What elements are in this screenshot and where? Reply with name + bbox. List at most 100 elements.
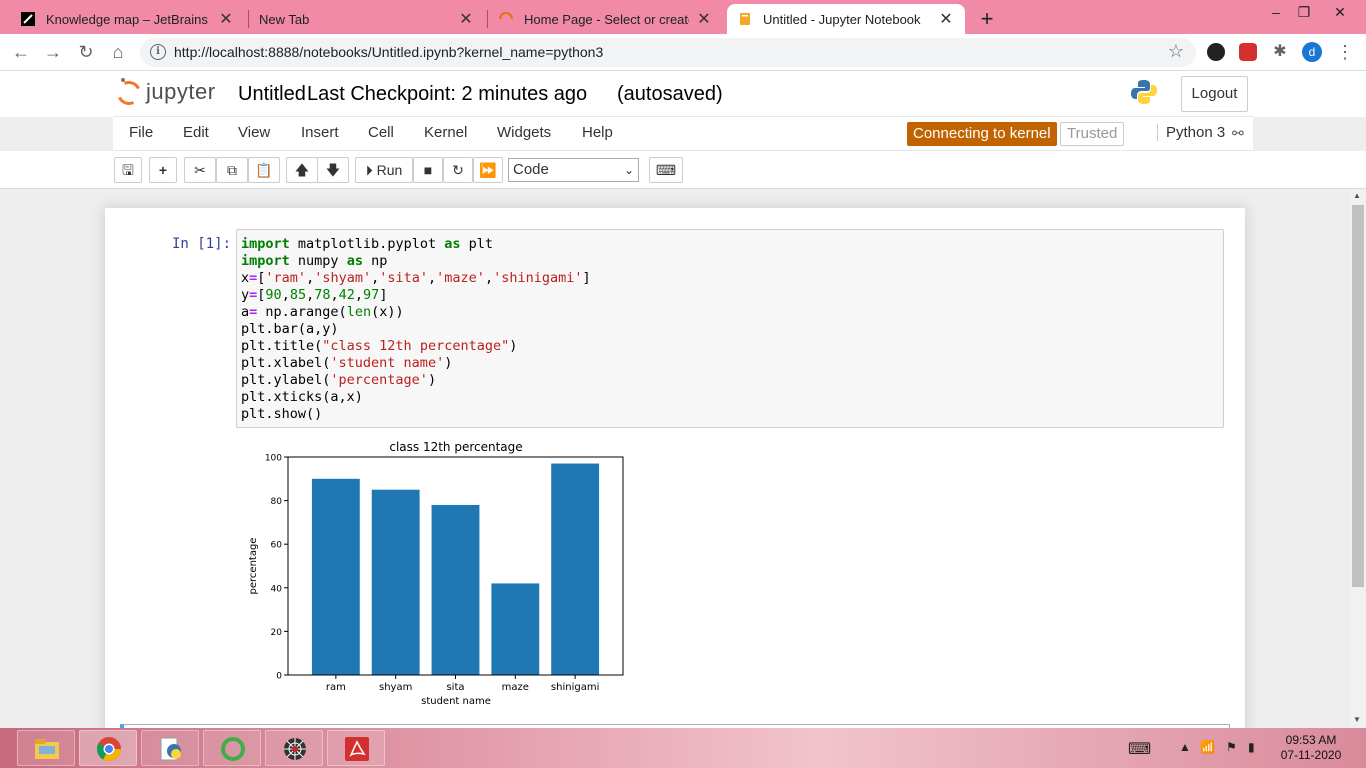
menu-edit[interactable]: Edit: [183, 124, 209, 141]
back-button[interactable]: ←: [10, 41, 32, 63]
forward-button[interactable]: →: [42, 41, 64, 63]
checkpoint-status: Last Checkpoint: 2 minutes ago: [307, 83, 588, 105]
jupyter-logo[interactable]: jupyter: [113, 77, 227, 109]
browser-tab-homepage[interactable]: Home Page - Select or create a n ✕: [488, 4, 723, 34]
browser-toolbar: ← → ↻ ⌂ i http://localhost:8888/notebook…: [0, 34, 1366, 71]
bar-maze: [491, 583, 540, 675]
copy-icon[interactable]: ⧉: [216, 157, 248, 183]
tab-title: Knowledge map – JetBrains Acad: [46, 11, 211, 27]
logout-button[interactable]: Logout: [1181, 76, 1248, 112]
home-button[interactable]: ⌂: [107, 41, 129, 63]
minimize-button[interactable]: –: [1266, 4, 1286, 20]
menu-file[interactable]: File: [129, 124, 153, 141]
y-tick-label: 0: [276, 672, 282, 682]
insert-cell-icon[interactable]: +: [149, 157, 177, 183]
x-tick-label: maze: [502, 682, 529, 693]
windows-taskbar: ⌨ ▲ 📶 ⚑ ▮ 09:53 AM 07-11-2020: [0, 728, 1366, 768]
menu-kernel[interactable]: Kernel: [424, 124, 467, 141]
trusted-indicator[interactable]: Trusted: [1060, 122, 1125, 146]
x-tick-label: shinigami: [551, 682, 599, 693]
jupyter-logo-dot: [121, 78, 125, 82]
show-hidden-icons[interactable]: ▲: [1179, 740, 1191, 754]
code-line: a= np.arange(len(x)): [241, 304, 404, 320]
vertical-scrollbar[interactable]: ▲ ▼: [1350, 189, 1366, 728]
taskbar-app-green[interactable]: [203, 730, 261, 766]
code-cell-editor[interactable]: import matplotlib.pyplot as plt import n…: [236, 229, 1224, 428]
extension-icon[interactable]: [1239, 43, 1257, 61]
move-down-icon[interactable]: 🡇: [317, 157, 349, 183]
restore-button[interactable]: ❐: [1294, 4, 1314, 21]
kernel-status-indicator[interactable]: Connecting to kernel: [907, 122, 1057, 146]
menu-insert[interactable]: Insert: [301, 124, 339, 141]
notebook-area: In [1]: import matplotlib.pyplot as plt …: [0, 189, 1350, 728]
taskbar-acrobat[interactable]: [327, 730, 385, 766]
scrollbar-thumb[interactable]: [1352, 205, 1364, 587]
save-icon[interactable]: 🖫: [114, 157, 142, 183]
extension-icon[interactable]: [1207, 43, 1225, 61]
code-line: plt.ylabel('percentage'): [241, 372, 437, 388]
address-bar[interactable]: i http://localhost:8888/notebooks/Untitl…: [140, 38, 1196, 67]
taskbar-chrome[interactable]: [79, 730, 137, 766]
move-up-icon[interactable]: 🡅: [286, 157, 318, 183]
browser-tab-jetbrains[interactable]: Knowledge map – JetBrains Acad ✕: [10, 4, 245, 34]
x-axis-label: student name: [421, 696, 491, 707]
browser-tab-jupyter[interactable]: Untitled - Jupyter Notebook ✕: [727, 4, 965, 34]
battery-icon[interactable]: ▮: [1248, 740, 1255, 754]
new-tab-button[interactable]: +: [976, 6, 998, 32]
menu-help[interactable]: Help: [582, 124, 613, 141]
cut-icon[interactable]: ✂: [184, 157, 216, 183]
browser-tab-newtab[interactable]: New Tab ✕: [249, 4, 485, 34]
restart-run-all-icon[interactable]: ⏩: [473, 157, 503, 183]
close-icon[interactable]: ✕: [695, 9, 713, 29]
bar-shyam: [371, 489, 420, 675]
taskbar-file-explorer[interactable]: [17, 730, 75, 766]
bar-ram: [311, 478, 360, 675]
jupyter-logo-icon: [113, 77, 145, 109]
cell-type-select[interactable]: Code ⌄: [508, 158, 639, 182]
flag-icon[interactable]: ⚑: [1226, 740, 1237, 754]
notebook-name[interactable]: Untitled: [238, 83, 306, 106]
interrupt-icon[interactable]: ■: [413, 157, 443, 183]
profile-avatar[interactable]: d: [1302, 42, 1322, 62]
close-icon[interactable]: ✕: [457, 9, 475, 29]
menu-cell[interactable]: Cell: [368, 124, 394, 141]
paste-icon[interactable]: 📋: [248, 157, 280, 183]
notebook-menubar: File Edit View Insert Cell Kernel Widget…: [113, 116, 1253, 151]
bookmark-star-icon[interactable]: ☆: [1168, 41, 1184, 62]
menu-view[interactable]: View: [238, 124, 270, 141]
chevron-down-icon: ⌄: [623, 163, 634, 177]
menu-widgets[interactable]: Widgets: [497, 124, 551, 141]
code-line: plt.xticks(a,x): [241, 389, 363, 405]
network-icon[interactable]: 📶: [1200, 740, 1215, 754]
info-icon[interactable]: i: [150, 44, 166, 60]
taskbar-clock[interactable]: 09:53 AM 07-11-2020: [1276, 733, 1346, 763]
code-line: x=['ram','shyam','sita','maze','shinigam…: [241, 270, 591, 286]
keyboard-icon[interactable]: ⌨: [649, 157, 683, 183]
code-line: plt.show(): [241, 406, 323, 422]
code-token: as: [444, 236, 461, 252]
run-button[interactable]: ⏵ Run: [355, 157, 413, 183]
bar-shinigami: [551, 463, 600, 675]
close-icon[interactable]: ✕: [217, 9, 235, 29]
y-tick-label: 20: [271, 628, 283, 638]
jupyter-wordmark: jupyter: [146, 79, 216, 104]
taskbar-app-web[interactable]: [265, 730, 323, 766]
keyboard-tray-icon[interactable]: ⌨: [1128, 739, 1151, 759]
reload-button[interactable]: ↻: [75, 41, 97, 63]
scroll-up-icon[interactable]: ▲: [1353, 191, 1361, 200]
code-token: 42: [338, 287, 355, 303]
taskbar-python-docs[interactable]: [141, 730, 199, 766]
restart-icon[interactable]: ↻: [443, 157, 473, 183]
y-tick-label: 80: [271, 497, 283, 507]
tab-title: Untitled - Jupyter Notebook: [763, 11, 921, 27]
cell-type-value: Code: [513, 161, 549, 178]
extensions-puzzle-icon[interactable]: ✱: [1271, 43, 1289, 61]
jupyter-header: jupyter Untitled Last Checkpoint: 2 minu…: [0, 71, 1366, 117]
close-window-button[interactable]: ✕: [1330, 4, 1350, 21]
x-tick-label: shyam: [379, 682, 412, 693]
more-menu-icon[interactable]: ⋮: [1334, 41, 1356, 63]
url-text[interactable]: http://localhost:8888/notebooks/Untitled…: [174, 44, 603, 60]
scroll-down-icon[interactable]: ▼: [1353, 715, 1361, 724]
code-line: import matplotlib.pyplot as plt: [241, 236, 493, 252]
close-icon[interactable]: ✕: [937, 9, 955, 29]
